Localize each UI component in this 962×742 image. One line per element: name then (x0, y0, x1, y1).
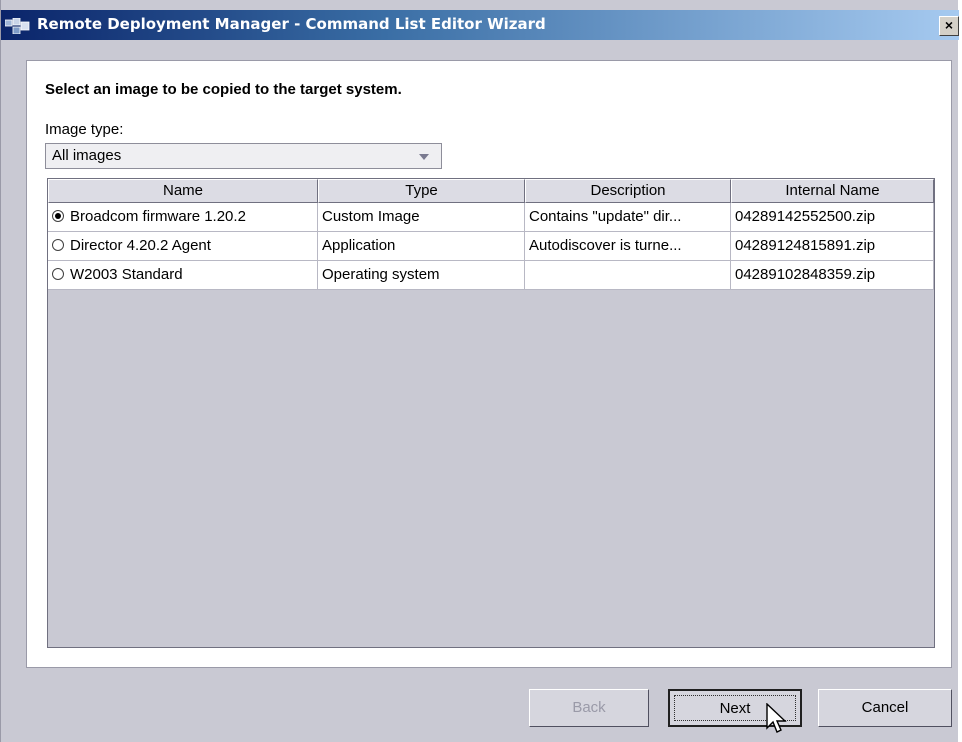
radio-unselected-icon[interactable] (52, 268, 64, 280)
table-row[interactable]: W2003 Standard Operating system 04289102… (48, 261, 934, 290)
row-name-text: Broadcom firmware 1.20.2 (70, 208, 246, 225)
title-bar[interactable]: Remote Deployment Manager - Command List… (1, 10, 959, 40)
table-row[interactable]: Broadcom firmware 1.20.2 Custom Image Co… (48, 203, 934, 232)
cell-name: Broadcom firmware 1.20.2 (48, 203, 318, 232)
wizard-window: Remote Deployment Manager - Command List… (0, 0, 959, 742)
cell-description: Contains "update" dir... (525, 203, 731, 232)
cell-type: Operating system (318, 261, 525, 290)
chevron-down-icon[interactable] (419, 154, 429, 160)
mouse-pointer-icon (766, 703, 787, 733)
image-table: Name Type Description Internal Name Broa… (47, 178, 935, 648)
cell-name: Director 4.20.2 Agent (48, 232, 318, 261)
wizard-panel: Select an image to be copied to the targ… (26, 60, 952, 668)
cancel-button[interactable]: Cancel (818, 689, 952, 727)
cell-type: Application (318, 232, 525, 261)
cell-description: Autodiscover is turne... (525, 232, 731, 261)
cell-type: Custom Image (318, 203, 525, 232)
column-header-type[interactable]: Type (318, 179, 525, 203)
row-name-text: Director 4.20.2 Agent (70, 237, 211, 254)
column-header-description[interactable]: Description (525, 179, 731, 203)
cell-name: W2003 Standard (48, 261, 318, 290)
app-icon (5, 18, 30, 34)
cell-description (525, 261, 731, 290)
cell-internal-name: 04289124815891.zip (731, 232, 934, 261)
window-title: Remote Deployment Manager - Command List… (37, 15, 546, 33)
radio-unselected-icon[interactable] (52, 239, 64, 251)
row-name-text: W2003 Standard (70, 266, 183, 283)
column-header-internal-name[interactable]: Internal Name (731, 179, 934, 203)
back-button[interactable]: Back (529, 689, 649, 727)
cell-internal-name: 04289142552500.zip (731, 203, 934, 232)
table-header: Name Type Description Internal Name (48, 179, 934, 203)
page-heading: Select an image to be copied to the targ… (45, 81, 402, 98)
image-type-dropdown[interactable]: All images (45, 143, 442, 169)
image-type-label: Image type: (45, 121, 124, 138)
radio-selected-icon[interactable] (52, 210, 64, 222)
cell-internal-name: 04289102848359.zip (731, 261, 934, 290)
close-button[interactable]: × (939, 16, 959, 36)
image-type-value: All images (52, 147, 122, 164)
table-row[interactable]: Director 4.20.2 Agent Application Autodi… (48, 232, 934, 261)
column-header-name[interactable]: Name (48, 179, 318, 203)
